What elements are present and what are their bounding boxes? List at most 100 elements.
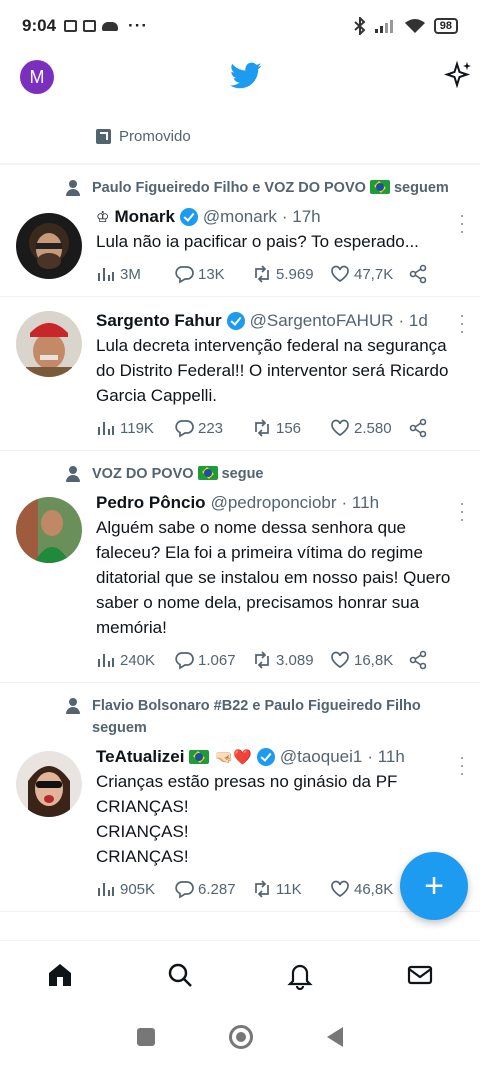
like-count: 2.580 xyxy=(354,419,392,437)
author-name[interactable]: Monark xyxy=(114,207,174,227)
retweet-button[interactable]: 5.969 xyxy=(252,264,330,284)
author-handle[interactable]: @SargentoFAHUR xyxy=(250,311,394,331)
avatar[interactable] xyxy=(16,213,82,279)
sparkle-icon[interactable] xyxy=(444,60,474,90)
compose-tweet-button[interactable]: + xyxy=(400,852,468,920)
views-count: 905K xyxy=(120,880,156,898)
retweet-button[interactable]: 11K xyxy=(252,879,330,899)
search-icon xyxy=(168,963,192,987)
wifi-icon xyxy=(404,19,425,33)
views-icon xyxy=(98,268,114,281)
like-button[interactable]: 46,8K xyxy=(330,879,408,899)
share-button[interactable] xyxy=(408,264,428,284)
tweet-time: · 17h xyxy=(281,207,321,226)
social-context: Flavio Bolsonaro #B22 e Paulo Figueiredo… xyxy=(64,695,464,739)
back-button[interactable] xyxy=(327,1027,343,1047)
timeline-feed[interactable]: Promovido Paulo Figueiredo Filho e VOZ D… xyxy=(0,108,480,940)
nav-home[interactable] xyxy=(30,945,90,1005)
views-button[interactable]: 240K xyxy=(96,650,174,670)
reply-button[interactable]: 13K xyxy=(174,264,252,284)
social-context-suffix: segue xyxy=(221,466,264,482)
retweet-count: 3.089 xyxy=(276,651,314,669)
reply-count: 1.067 xyxy=(198,651,236,669)
tweet-monark[interactable]: Paulo Figueiredo Filho e VOZ DO POVO seg… xyxy=(0,165,480,297)
name-emojis: 🤜🏻❤️ xyxy=(214,749,252,766)
like-count: 47,7K xyxy=(354,265,394,283)
tweet-pedro-poncio[interactable]: VOZ DO POVO segue ··· Pedro Pôncio @pedr… xyxy=(0,451,480,683)
person-icon xyxy=(64,465,82,483)
avatar[interactable] xyxy=(16,311,82,377)
signal-icon xyxy=(374,20,393,33)
author-handle[interactable]: @monark xyxy=(203,207,277,227)
social-context: Paulo Figueiredo Filho e VOZ DO POVO seg… xyxy=(64,177,464,199)
tweet-text: Crianças estão presas no ginásio da PF C… xyxy=(96,772,398,866)
author-name[interactable]: TeAtualizei xyxy=(96,747,184,767)
tweet-actions: 119K 223 156 2.580 xyxy=(96,418,464,438)
tweet-header: Pedro Pôncio @pedroponciobr · 11h xyxy=(96,493,464,513)
views-button[interactable]: 119K xyxy=(96,418,174,438)
avatar[interactable] xyxy=(16,497,82,563)
social-context-text: VOZ DO POVO segue xyxy=(92,463,264,485)
more-options-icon[interactable]: ··· xyxy=(453,313,473,337)
brazil-flag-icon xyxy=(189,750,210,764)
like-count: 16,8K xyxy=(354,651,394,669)
tweet-sargento-fahur[interactable]: ··· Sargento Fahur @SargentoFAHUR · 1d L… xyxy=(0,297,480,451)
social-context-suffix: seguem xyxy=(393,180,449,196)
nav-search[interactable] xyxy=(150,945,210,1005)
tweet-actions: 3M 13K 5.969 47,7K xyxy=(96,264,464,284)
recents-button[interactable] xyxy=(137,1028,155,1046)
views-button[interactable]: 3M xyxy=(96,264,174,284)
more-options-icon[interactable]: ··· xyxy=(453,501,473,525)
brazil-flag-icon xyxy=(197,466,218,480)
twitter-logo-icon[interactable] xyxy=(230,62,262,90)
reply-button[interactable]: 223 xyxy=(174,418,252,438)
retweet-button[interactable]: 156 xyxy=(252,418,330,438)
author-name[interactable]: Sargento Fahur xyxy=(96,311,222,331)
retweet-count: 156 xyxy=(276,419,302,437)
author-handle[interactable]: @pedroponciobr xyxy=(211,493,337,513)
bluetooth-icon xyxy=(354,17,366,35)
share-icon xyxy=(409,418,427,438)
brazil-flag-icon xyxy=(369,180,390,194)
promoted-icon xyxy=(96,129,111,144)
notification-icons xyxy=(64,20,119,32)
tweet-time: · 11h xyxy=(367,747,405,766)
author-handle[interactable]: @taoquei1 xyxy=(280,747,363,767)
promoted-text: Promovido xyxy=(119,128,191,145)
tweet-header: ♔ Monark @monark · 17h xyxy=(96,207,464,227)
share-button[interactable] xyxy=(408,650,428,670)
retweet-icon xyxy=(255,419,269,437)
nav-messages[interactable] xyxy=(390,945,450,1005)
like-button[interactable]: 16,8K xyxy=(330,650,408,670)
verified-badge-icon xyxy=(256,748,275,766)
more-options-icon[interactable]: ··· xyxy=(453,213,473,237)
retweet-button[interactable]: 3.089 xyxy=(252,650,330,670)
more-notifications-icon: ··· xyxy=(128,16,149,35)
like-button[interactable]: 2.580 xyxy=(330,418,408,438)
crown-emoji: ♔ xyxy=(96,209,110,226)
home-button[interactable] xyxy=(229,1025,253,1049)
like-button[interactable]: 47,7K xyxy=(330,264,408,284)
tweet-text: Alguém sabe o nome dessa senhora que fal… xyxy=(96,518,451,637)
verified-badge-icon xyxy=(179,208,198,226)
author-name[interactable]: Pedro Pôncio xyxy=(96,493,206,513)
views-count: 3M xyxy=(120,265,141,283)
retweet-icon xyxy=(255,880,269,898)
notification-icon xyxy=(83,20,97,32)
account-avatar[interactable]: M xyxy=(20,60,54,94)
reply-button[interactable]: 6.287 xyxy=(174,879,252,899)
system-navigation-bar xyxy=(0,1008,480,1066)
system-icons: 98 xyxy=(354,17,458,35)
nav-notifications[interactable] xyxy=(270,945,330,1005)
views-icon xyxy=(98,883,114,896)
views-button[interactable]: 905K xyxy=(96,879,174,899)
share-button[interactable] xyxy=(408,418,428,438)
share-icon xyxy=(409,264,427,284)
heart-icon xyxy=(331,419,349,437)
promoted-label: Promovido xyxy=(96,128,191,145)
person-icon xyxy=(64,179,82,197)
avatar[interactable] xyxy=(16,751,82,817)
reply-button[interactable]: 1.067 xyxy=(174,650,252,670)
more-options-icon[interactable]: ··· xyxy=(453,755,473,779)
reply-icon xyxy=(175,881,194,899)
